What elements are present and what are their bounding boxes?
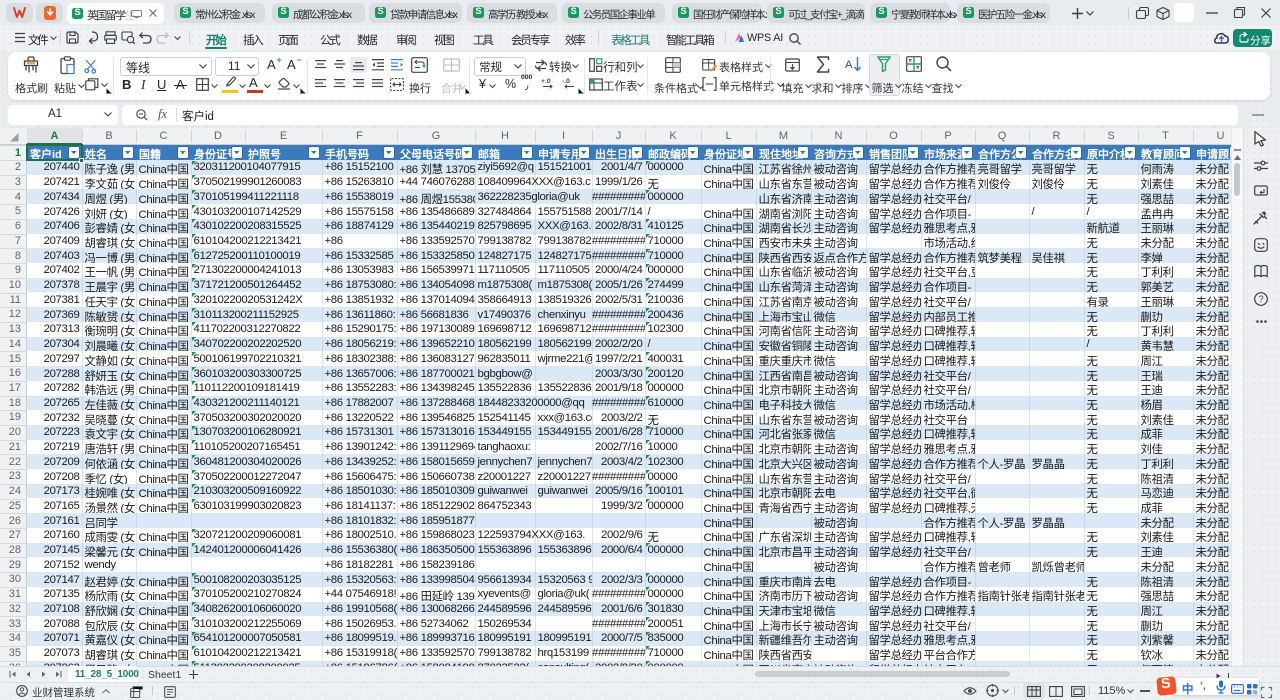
svg-text:-.0: -.0 — [562, 78, 570, 85]
svg-text:+.0: +.0 — [541, 78, 551, 85]
svg-text:A: A — [845, 59, 853, 71]
svg-text:?: ? — [1259, 294, 1264, 304]
